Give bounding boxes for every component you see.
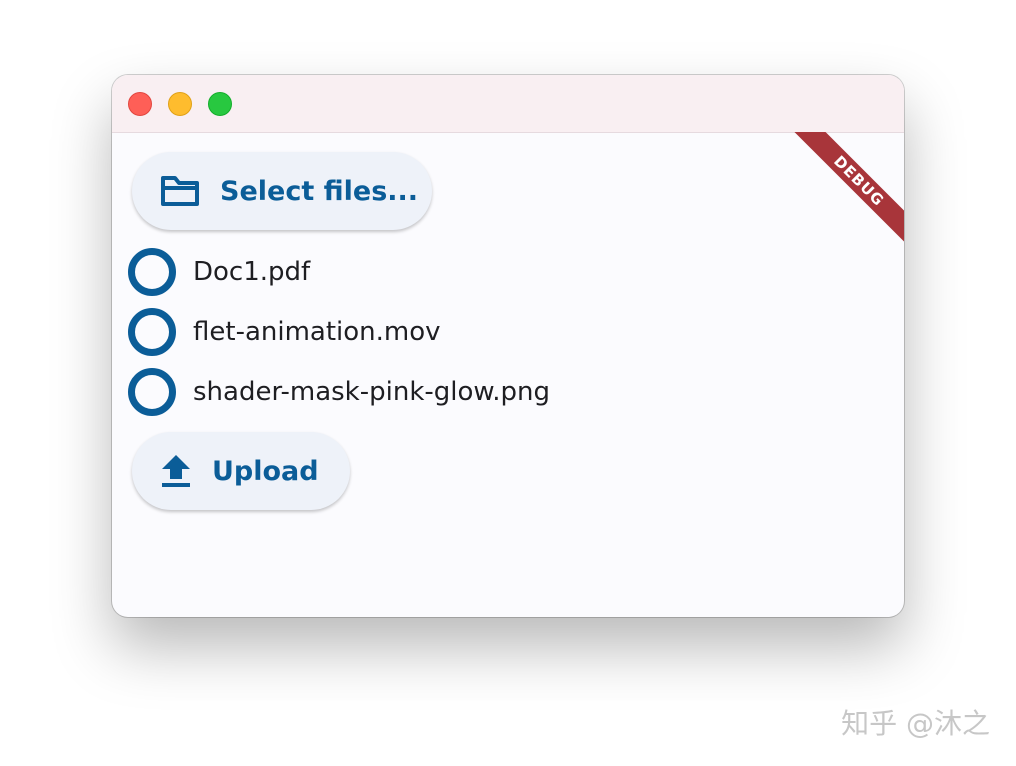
- file-list-item: shader-mask-pink-glow.png: [128, 362, 828, 422]
- minimize-window-button[interactable]: [168, 92, 192, 116]
- upload-icon: [160, 451, 192, 491]
- maximize-window-button[interactable]: [208, 92, 232, 116]
- file-name: shader-mask-pink-glow.png: [193, 377, 551, 407]
- upload-label: Upload: [212, 455, 319, 487]
- upload-progress-ring-icon: [128, 368, 176, 416]
- upload-progress-ring-icon: [128, 308, 176, 356]
- file-list-item: flet-animation.mov: [128, 302, 828, 362]
- app-window: Select files... Doc1.pdf flet-animation.…: [112, 75, 904, 617]
- close-window-button[interactable]: [128, 92, 152, 116]
- file-list: Doc1.pdf flet-animation.mov shader-mask-…: [128, 242, 828, 422]
- file-list-item: Doc1.pdf: [128, 242, 828, 302]
- file-name: Doc1.pdf: [193, 257, 311, 287]
- watermark: 知乎 @沐之: [841, 707, 990, 740]
- title-bar: [112, 75, 904, 133]
- upload-button[interactable]: Upload: [132, 432, 350, 510]
- select-files-button[interactable]: Select files...: [132, 152, 432, 230]
- desktop: Select files... Doc1.pdf flet-animation.…: [0, 0, 1016, 766]
- select-files-label: Select files...: [220, 175, 419, 207]
- file-name: flet-animation.mov: [193, 317, 441, 347]
- app-content: Select files... Doc1.pdf flet-animation.…: [112, 133, 904, 617]
- upload-progress-ring-icon: [128, 248, 176, 296]
- folder-icon: [160, 171, 200, 211]
